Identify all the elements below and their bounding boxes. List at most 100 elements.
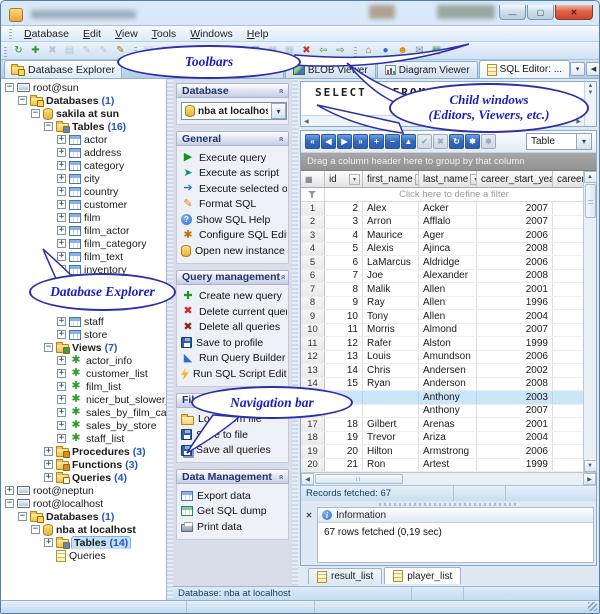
scrollbar-thumb[interactable] — [584, 184, 596, 218]
tree-item-root-neptun[interactable]: + root@neptun — [1, 484, 166, 497]
expand-icon[interactable]: + — [57, 395, 66, 404]
table-row[interactable]: 14 15 Ryan Anderson 2008 — [301, 377, 583, 391]
table-row[interactable]: 4 5 Alexis Ajinca 2008 — [301, 242, 583, 256]
row-number-cell[interactable]: 5 — [301, 256, 325, 269]
cell[interactable] — [553, 337, 583, 350]
nav-item-get-sql-dump[interactable]: Get SQL dump — [181, 504, 287, 520]
cell[interactable]: 2 — [325, 202, 363, 215]
cell[interactable]: Anderson — [419, 377, 477, 390]
row-number-cell[interactable]: 1 — [301, 202, 325, 215]
row-number-cell[interactable]: 2 — [301, 215, 325, 228]
tree-item-actor[interactable]: + actor — [1, 133, 166, 146]
expand-icon[interactable]: + — [57, 278, 66, 287]
table-row[interactable]: 6 7 Joe Alexander 2008 — [301, 269, 583, 283]
cell[interactable]: Ager — [419, 229, 477, 242]
navigator-last-button[interactable]: » — [353, 134, 368, 149]
row-number-cell[interactable] — [301, 391, 325, 404]
table-row[interactable]: 3 4 Maurice Ager 2006 — [301, 229, 583, 243]
row-number-cell[interactable] — [301, 404, 325, 417]
scroll-up-icon[interactable] — [583, 171, 597, 183]
navigator-insert-button[interactable]: + — [369, 134, 384, 149]
row-number-cell[interactable]: 17 — [301, 418, 325, 431]
scroll-down-icon[interactable] — [583, 460, 597, 472]
tree-item-city[interactable]: + city — [1, 172, 166, 185]
cell[interactable]: Almond — [419, 323, 477, 336]
grid-hscrollbar[interactable] — [301, 472, 596, 485]
row-number-cell[interactable]: 8 — [301, 296, 325, 309]
home-button[interactable]: ⌂ — [360, 43, 377, 59]
collapse-icon[interactable]: − — [5, 83, 14, 92]
cell[interactable]: Chris — [363, 364, 419, 377]
cell[interactable]: 12 — [325, 337, 363, 350]
cell[interactable] — [553, 297, 583, 310]
cell[interactable] — [553, 216, 583, 229]
cell[interactable]: 8 — [325, 283, 363, 296]
cell[interactable] — [553, 229, 583, 242]
cell[interactable]: 2006 — [477, 445, 553, 458]
cell[interactable]: Alexander — [419, 269, 477, 282]
tree-item-nba-at-localhost[interactable]: − nba at localhost — [1, 523, 166, 536]
cell[interactable]: Hilton — [363, 445, 419, 458]
tree-item-actor-info[interactable]: + ✱ actor_info — [1, 354, 166, 367]
tree-item-tables[interactable]: − Tables (16) — [1, 120, 166, 133]
cell[interactable] — [553, 391, 583, 404]
scroll-down-icon[interactable] — [588, 90, 594, 96]
navigator-post-button[interactable]: ✔ — [417, 134, 432, 149]
registered-servers-button[interactable]: ▦ — [428, 43, 445, 59]
section-header-data-management[interactable]: Data Management» — [176, 469, 289, 484]
tree-item-procedures[interactable]: + Procedures (3) — [1, 445, 166, 458]
cell[interactable]: 18 — [325, 418, 363, 431]
tree-item-customer-list[interactable]: + ✱ customer_list — [1, 367, 166, 380]
table-row[interactable]: 20 21 Ron Artest 1999 — [301, 458, 583, 472]
expand-icon[interactable]: + — [57, 265, 66, 274]
close-info-panel-button[interactable] — [304, 510, 315, 521]
cell[interactable]: 2001 — [477, 283, 553, 296]
database-registration-info-button[interactable]: ▤ — [61, 43, 78, 59]
expand-icon[interactable]: + — [57, 174, 66, 183]
group-by-panel[interactable]: Drag a column header here to group by th… — [301, 153, 596, 171]
doc-tab-result-list[interactable]: result_list — [308, 568, 383, 584]
cell[interactable] — [553, 364, 583, 377]
cell[interactable]: 20 — [325, 445, 363, 458]
expand-icon[interactable]: + — [57, 356, 66, 365]
nav-item-execute-query[interactable]: ▶ Execute query — [181, 150, 287, 166]
cell[interactable] — [553, 459, 583, 472]
navigator-clear-filter-button[interactable]: ✱ — [481, 134, 496, 149]
cell[interactable]: Anthony — [419, 391, 477, 404]
cell[interactable]: Ron — [363, 458, 419, 471]
row-number-cell[interactable]: 14 — [301, 377, 325, 390]
navigator-first-button[interactable]: « — [305, 134, 320, 149]
expand-icon[interactable]: + — [57, 434, 66, 443]
sql-editor-hscrollbar[interactable] — [301, 115, 584, 126]
row-selector-header[interactable]: ▦ — [301, 171, 325, 187]
new-window-button[interactable]: ▦ — [247, 43, 264, 59]
web-button[interactable]: ● — [377, 43, 394, 59]
cell[interactable]: 2004 — [477, 310, 553, 323]
tab-blob-viewer[interactable]: BLOB Viewer — [284, 61, 376, 78]
database-selector[interactable]: nba at localhost — [181, 102, 287, 120]
tree-item-queries[interactable]: + Queries (4) — [1, 471, 166, 484]
column-header-last-name[interactable]: last_name — [419, 171, 477, 187]
tree-item-staff[interactable]: + staff — [1, 315, 166, 328]
cell[interactable]: 1996 — [477, 296, 553, 309]
row-number-cell[interactable]: 9 — [301, 310, 325, 323]
scroll-right-icon[interactable] — [576, 118, 581, 125]
cascade-windows-button[interactable]: ▦ — [264, 43, 281, 59]
nav-item-save-to-file[interactable]: Save to file — [181, 427, 287, 443]
row-number-cell[interactable]: 12 — [301, 350, 325, 363]
tab-sql-editor[interactable]: SQL Editor: ... — [478, 60, 571, 78]
cell[interactable] — [553, 351, 583, 364]
tree-item-databases[interactable]: − Databases (1) — [1, 94, 166, 107]
nav-item-create-new-query[interactable]: ✚ Create new query — [181, 289, 287, 305]
nav-item-open-new-instance[interactable]: Open new instance — [181, 243, 287, 259]
cell[interactable]: 2007 — [477, 404, 553, 417]
expand-icon[interactable]: + — [57, 330, 66, 339]
section-header-general[interactable]: General » — [176, 131, 289, 146]
sql-editor-vscrollbar[interactable] — [584, 82, 596, 126]
expand-icon[interactable]: + — [44, 460, 53, 469]
row-number-cell[interactable]: 19 — [301, 445, 325, 458]
object-properties-button[interactable]: ▤ — [191, 43, 208, 59]
table-row[interactable]: 13 14 Chris Andersen 2002 — [301, 364, 583, 378]
cell[interactable]: Ray — [363, 296, 419, 309]
minimize-button[interactable] — [499, 5, 526, 20]
